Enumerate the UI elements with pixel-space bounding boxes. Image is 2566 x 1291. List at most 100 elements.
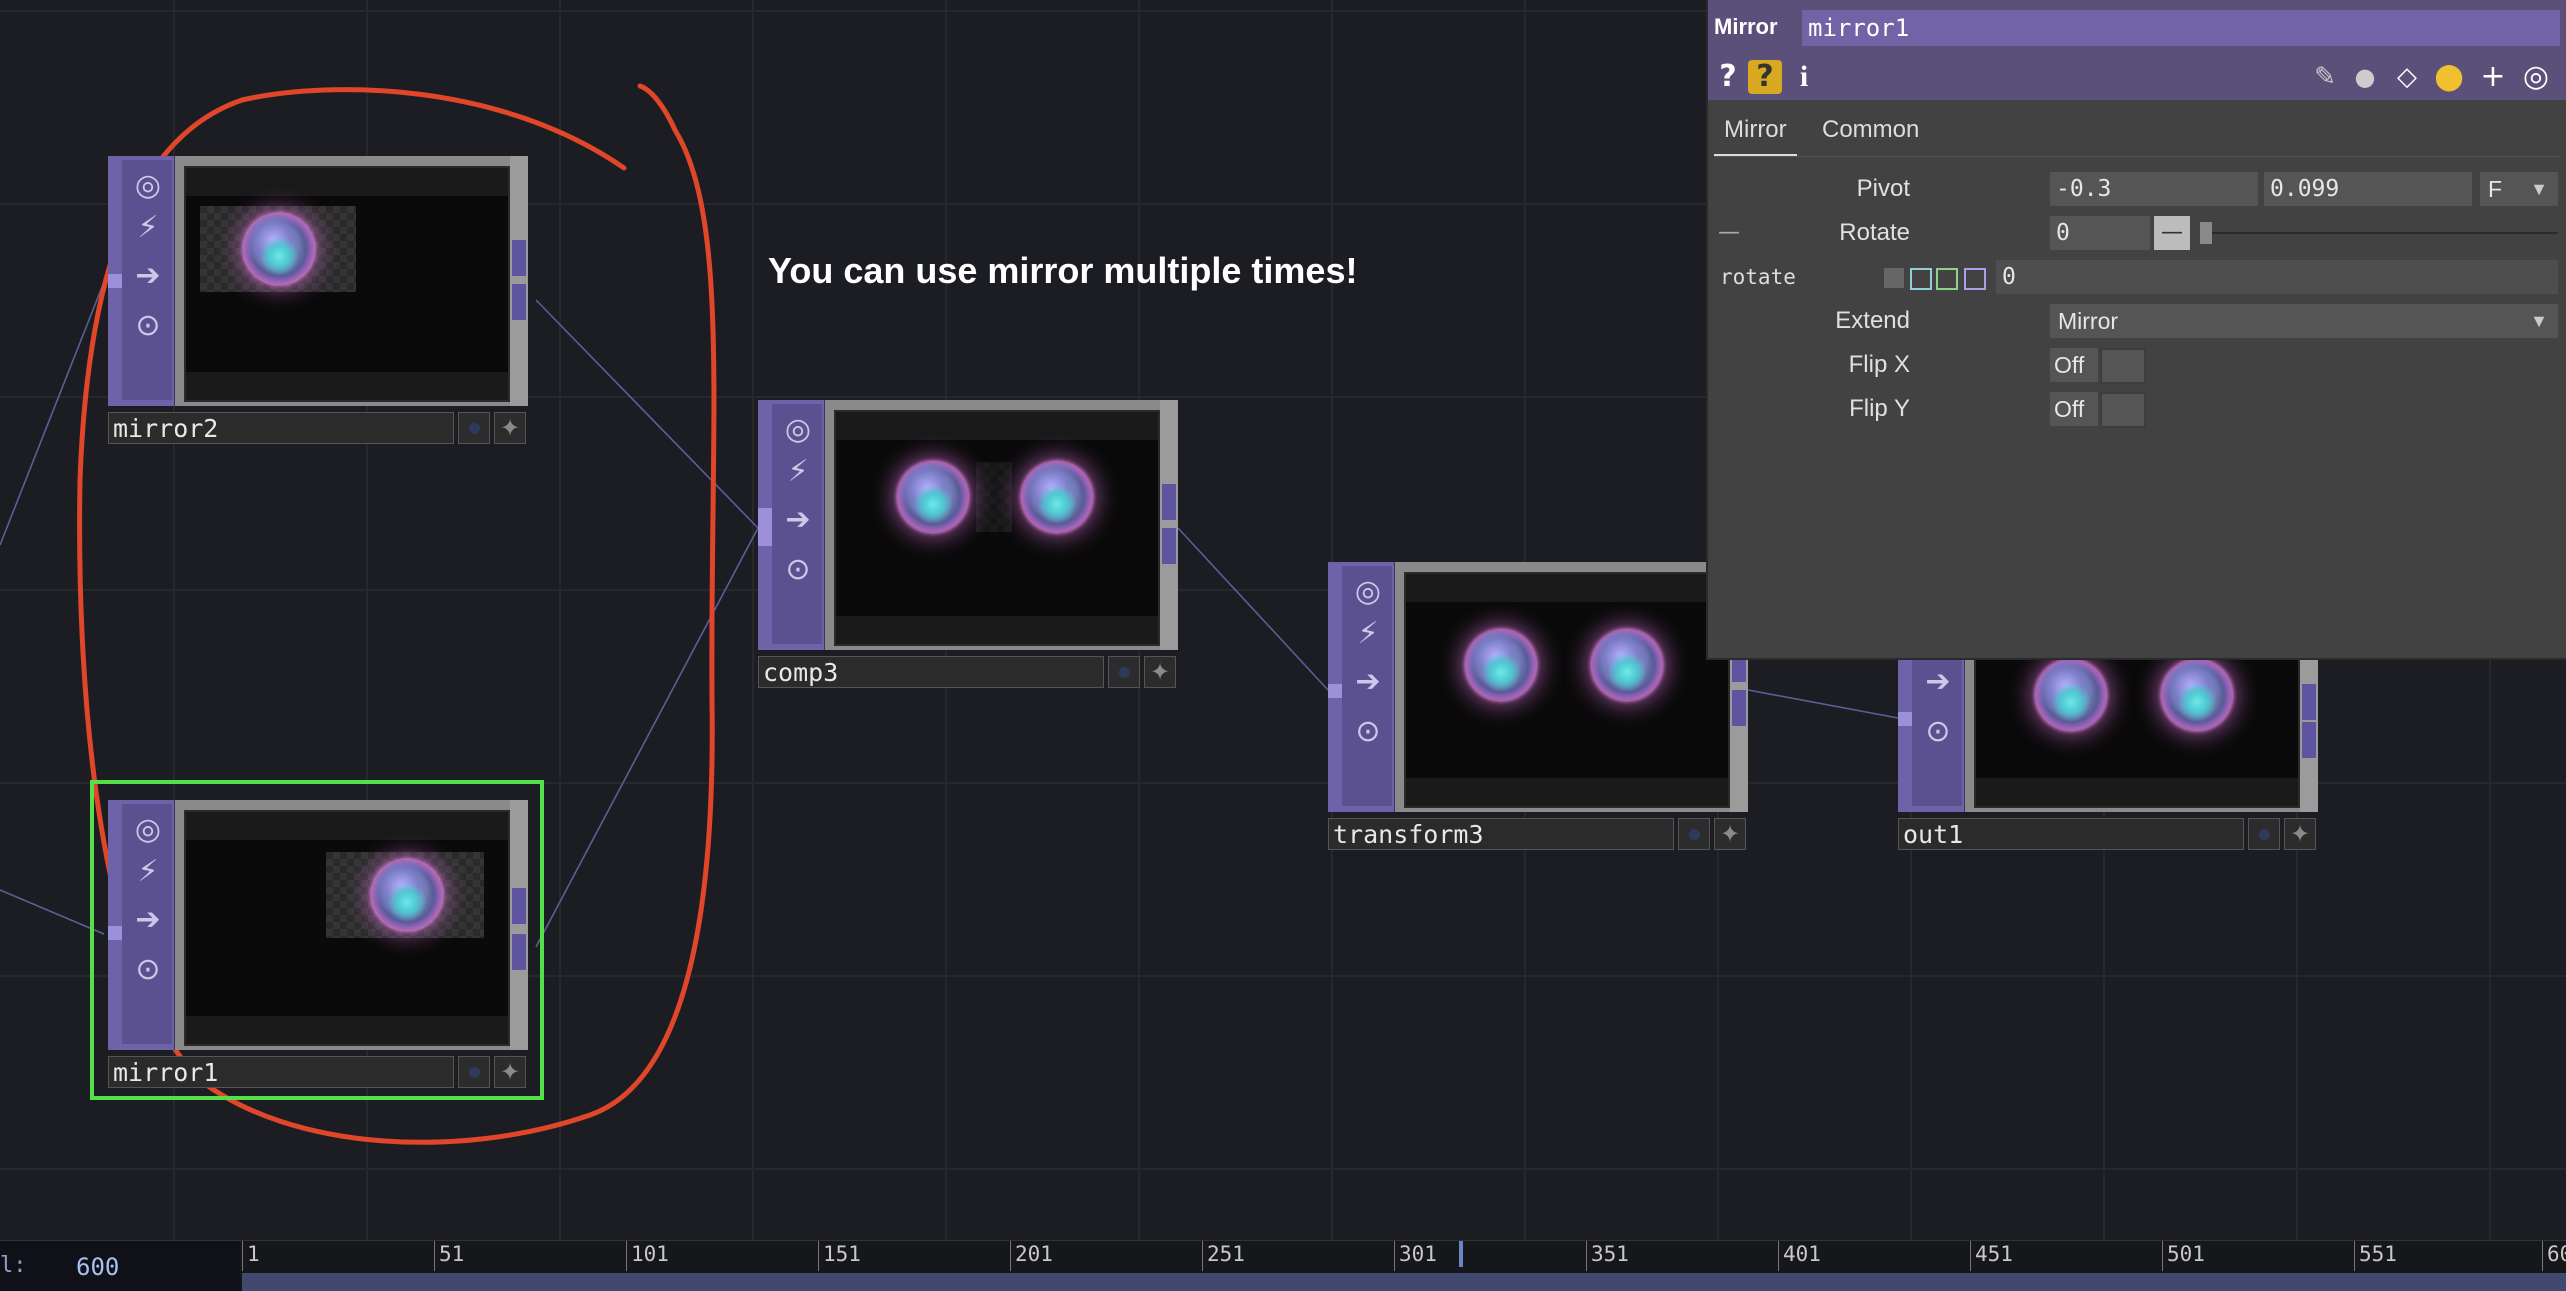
timeline-ruler[interactable]: 151101151201251301351401451501551600 (242, 1241, 2566, 1271)
rotate-field[interactable]: 0 (2050, 216, 2150, 250)
output-connector[interactable] (1162, 528, 1176, 564)
flag-icon[interactable]: ✦ (494, 412, 526, 444)
python-icon[interactable]: ⬤ (2432, 60, 2466, 94)
sphere-image (2162, 660, 2232, 730)
input-connector[interactable] (1328, 684, 1342, 698)
output-connector[interactable] (512, 888, 526, 924)
node-preview (1404, 572, 1730, 808)
timeline-range-bar[interactable] (242, 1273, 2566, 1291)
node-comp3[interactable]: ◎ ⚡ ➔ ⊙ comp3 ✦ (758, 400, 1178, 690)
arrow-right-icon[interactable]: ➔ (1918, 662, 1958, 702)
extend-select[interactable]: Mirror ▼ (2050, 304, 2558, 338)
output-connector[interactable] (2302, 722, 2316, 758)
viewer-toggle[interactable] (1108, 656, 1140, 688)
flipy-toggle[interactable] (2100, 392, 2146, 428)
node-name[interactable]: mirror1 (108, 1056, 454, 1088)
timeline-tick: 401 (1778, 1241, 1821, 1271)
viewer-toggle[interactable] (458, 1056, 490, 1088)
node-mirror1[interactable]: ◎ ⚡ ➔ ⊙ mirror1 ✦ (90, 780, 544, 1100)
param-row-extend: Extend Mirror ▼ (1708, 302, 2566, 340)
mode-bind-button[interactable] (1964, 268, 1986, 290)
output-connector[interactable] (1162, 484, 1176, 520)
rotate-expression-field[interactable]: 0 (1996, 260, 2558, 294)
playhead[interactable] (1459, 1241, 1463, 1267)
info-icon[interactable]: i (1792, 60, 1816, 94)
flag-icon[interactable]: ✦ (494, 1056, 526, 1088)
node-name[interactable]: out1 (1898, 818, 2244, 850)
operator-type: Mirror (1714, 14, 1778, 39)
target-icon[interactable]: ◎ (778, 410, 818, 450)
input-connector[interactable] (108, 926, 122, 940)
sphere-image (1022, 462, 1092, 532)
pivot-unit-select[interactable]: F ▼ (2480, 172, 2558, 206)
mode-constant-button[interactable] (1884, 268, 1904, 288)
graph-icon[interactable]: ⚡ (128, 208, 168, 248)
tab-common[interactable]: Common (1822, 116, 1919, 144)
flipx-toggle[interactable] (2100, 348, 2146, 384)
speech-bubble-icon[interactable]: ● (2348, 60, 2382, 94)
slider-reset-button[interactable]: — (2154, 216, 2190, 250)
mode-export-button[interactable] (1936, 268, 1958, 290)
output-connector[interactable] (512, 934, 526, 970)
eraser-icon[interactable]: ◇ (2390, 60, 2424, 94)
operator-name-field[interactable]: mirror1 (1802, 10, 2560, 46)
tab-mirror[interactable]: Mirror (1714, 116, 1797, 157)
pencil-icon[interactable]: ✎ (2308, 60, 2342, 94)
rotate-slider-track[interactable] (2202, 232, 2558, 234)
input-connector[interactable] (1898, 712, 1912, 726)
python-help-icon[interactable]: ? (1748, 60, 1782, 94)
input-connector[interactable] (108, 274, 122, 288)
timeline-tick: 501 (2162, 1241, 2205, 1271)
node-name[interactable]: mirror2 (108, 412, 454, 444)
timeline-tick: 201 (1010, 1241, 1053, 1271)
lock-icon[interactable]: ⊙ (128, 306, 168, 346)
caret-down-icon: ▼ (2530, 179, 2548, 199)
graph-icon[interactable]: ⚡ (128, 852, 168, 892)
lock-icon[interactable]: ⊙ (1348, 712, 1388, 752)
flag-icon[interactable]: ✦ (1714, 818, 1746, 850)
question-icon[interactable]: ? (1714, 60, 1742, 94)
target-icon[interactable]: ◎ (1348, 572, 1388, 612)
graph-icon[interactable]: ⚡ (778, 452, 818, 492)
viewer-toggle[interactable] (1678, 818, 1710, 850)
output-connector[interactable] (512, 284, 526, 320)
viewer-toggle[interactable] (2248, 818, 2280, 850)
node-transform3[interactable]: ◎ ⚡ ➔ ⊙ transform3 ✦ (1328, 562, 1748, 852)
arrow-right-icon[interactable]: ➔ (778, 500, 818, 540)
target-icon[interactable]: ◎ (128, 810, 168, 850)
wire-transform3-out1 (1747, 689, 1899, 719)
output-connector[interactable] (512, 240, 526, 276)
node-name[interactable]: transform3 (1328, 818, 1674, 850)
mode-expression-button[interactable] (1910, 268, 1932, 290)
timeline-label: l: (0, 1253, 27, 1278)
arrow-right-icon[interactable]: ➔ (128, 256, 168, 296)
sphere-image (898, 462, 968, 532)
output-connector[interactable] (2302, 684, 2316, 720)
lock-icon[interactable]: ⊙ (128, 950, 168, 990)
lock-icon[interactable]: ⊙ (778, 550, 818, 590)
target-icon[interactable]: ◎ (128, 166, 168, 206)
node-name[interactable]: comp3 (758, 656, 1104, 688)
flag-icon[interactable]: ✦ (2284, 818, 2316, 850)
rotate-slider-handle[interactable] (2200, 222, 2212, 244)
annotation-text: You can use mirror multiple times! (768, 250, 1358, 291)
lock-icon[interactable]: ⊙ (1918, 712, 1958, 752)
arrow-right-icon[interactable]: ➔ (128, 900, 168, 940)
timeline-end-value[interactable]: 600 (76, 1253, 119, 1281)
target-icon[interactable]: ◎ (2518, 60, 2554, 94)
wire (0, 281, 105, 546)
output-bar (510, 156, 528, 406)
flag-icon[interactable]: ✦ (1144, 656, 1176, 688)
node-mirror2[interactable]: ◎ ⚡ ➔ ⊙ mirror2 ✦ (108, 156, 528, 446)
viewer-toggle[interactable] (458, 412, 490, 444)
graph-icon[interactable]: ⚡ (1348, 614, 1388, 654)
pivot-y-field[interactable]: 0.099 (2264, 172, 2472, 206)
plus-icon[interactable]: + (2476, 60, 2510, 94)
pivot-x-field[interactable]: -0.3 (2050, 172, 2258, 206)
arrow-right-icon[interactable]: ➔ (1348, 662, 1388, 702)
output-connector[interactable] (1732, 690, 1746, 726)
param-row-rotate: — Rotate 0 — (1708, 214, 2566, 252)
param-row-pivot: Pivot -0.3 0.099 F ▼ (1708, 170, 2566, 208)
sphere-image (244, 214, 314, 284)
input-connector[interactable] (758, 508, 772, 546)
